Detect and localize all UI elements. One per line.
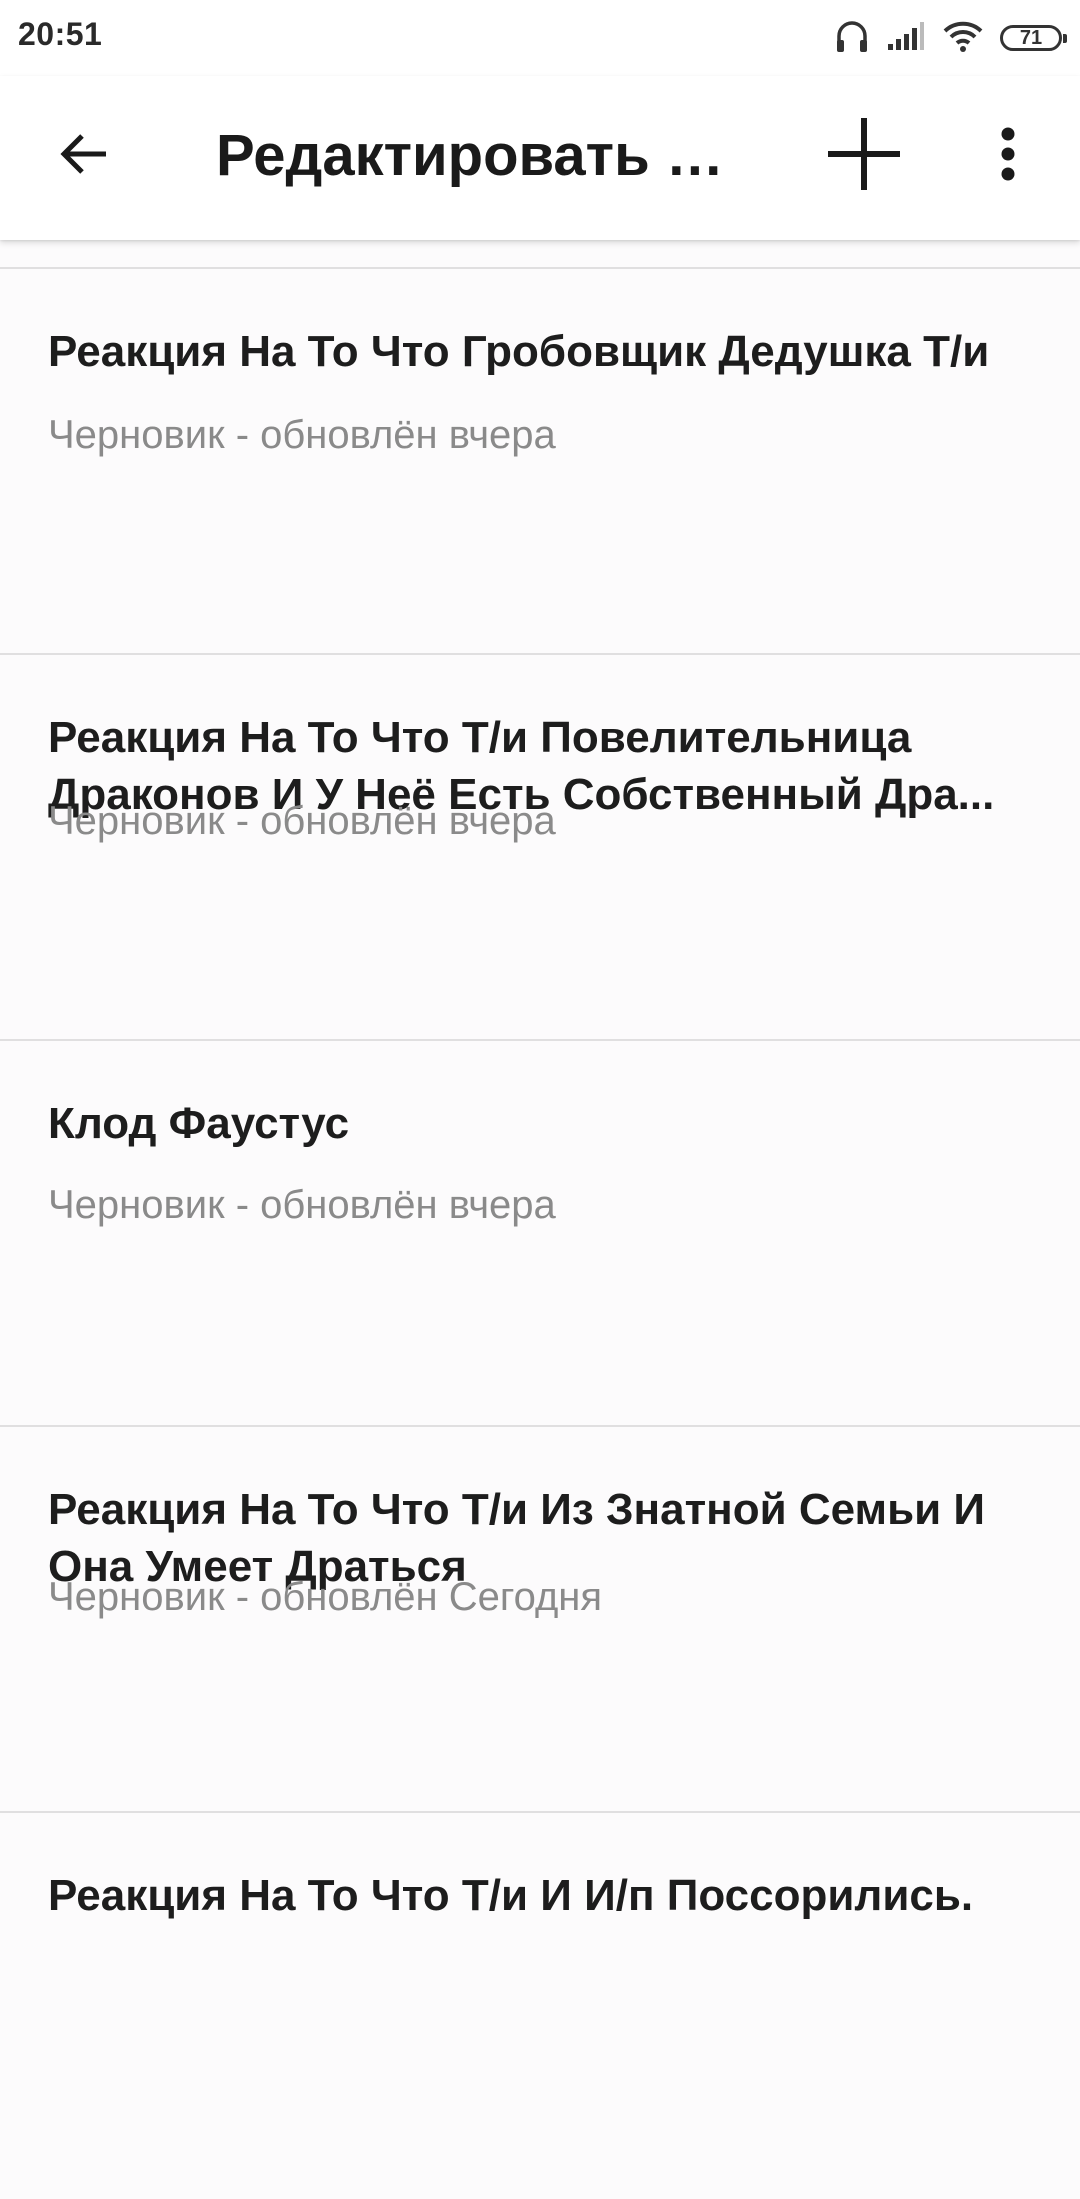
battery-icon: 71 — [1000, 25, 1067, 51]
story-item[interactable]: Реакция На То Что Т/и И И/п Поссорились. — [0, 1813, 1080, 2199]
story-item[interactable]: Клод Фаустус Черновик - обновлён вчера — [0, 1041, 1080, 1427]
story-title: Реакция На То Что Гробовщик Дедушка Т/и — [48, 327, 990, 376]
story-item[interactable]: Реакция На То Что Гробовщик Дедушка Т/и … — [0, 269, 1080, 655]
story-status: Черновик - обновлён вчера — [48, 799, 556, 843]
story-status: Черновик - обновлён вчера — [48, 413, 556, 457]
back-arrow-icon — [60, 134, 106, 174]
add-button[interactable] — [820, 110, 908, 198]
back-button[interactable] — [44, 114, 124, 194]
story-status: Черновик - обновлён вчера — [48, 1183, 556, 1227]
story-item[interactable]: Реакция На То Что Т/и Повелительница Дра… — [0, 655, 1080, 1041]
status-time: 20:51 — [18, 16, 103, 52]
app-bar: Редактировать и... — [0, 76, 1080, 240]
page-title: Редактировать и... — [216, 124, 746, 188]
story-status: Черновик - обновлён Сегодня — [48, 1575, 603, 1619]
more-options-button[interactable] — [972, 114, 1044, 194]
signal-icon — [886, 20, 926, 57]
wifi-icon — [942, 19, 984, 58]
story-item[interactable]: Реакция На То Что Т/и Из Знатной Семьи И… — [0, 1427, 1080, 1813]
status-bar: 20:51 71 — [0, 0, 1080, 76]
story-title: Клод Фаустус — [48, 1099, 350, 1148]
plus-icon — [828, 118, 900, 190]
more-vert-icon — [1001, 127, 1015, 181]
status-icons: 71 — [818, 18, 1067, 59]
headphones-icon — [834, 18, 870, 59]
story-title: Реакция На То Что Т/и И И/п Поссорились. — [48, 1871, 974, 1920]
